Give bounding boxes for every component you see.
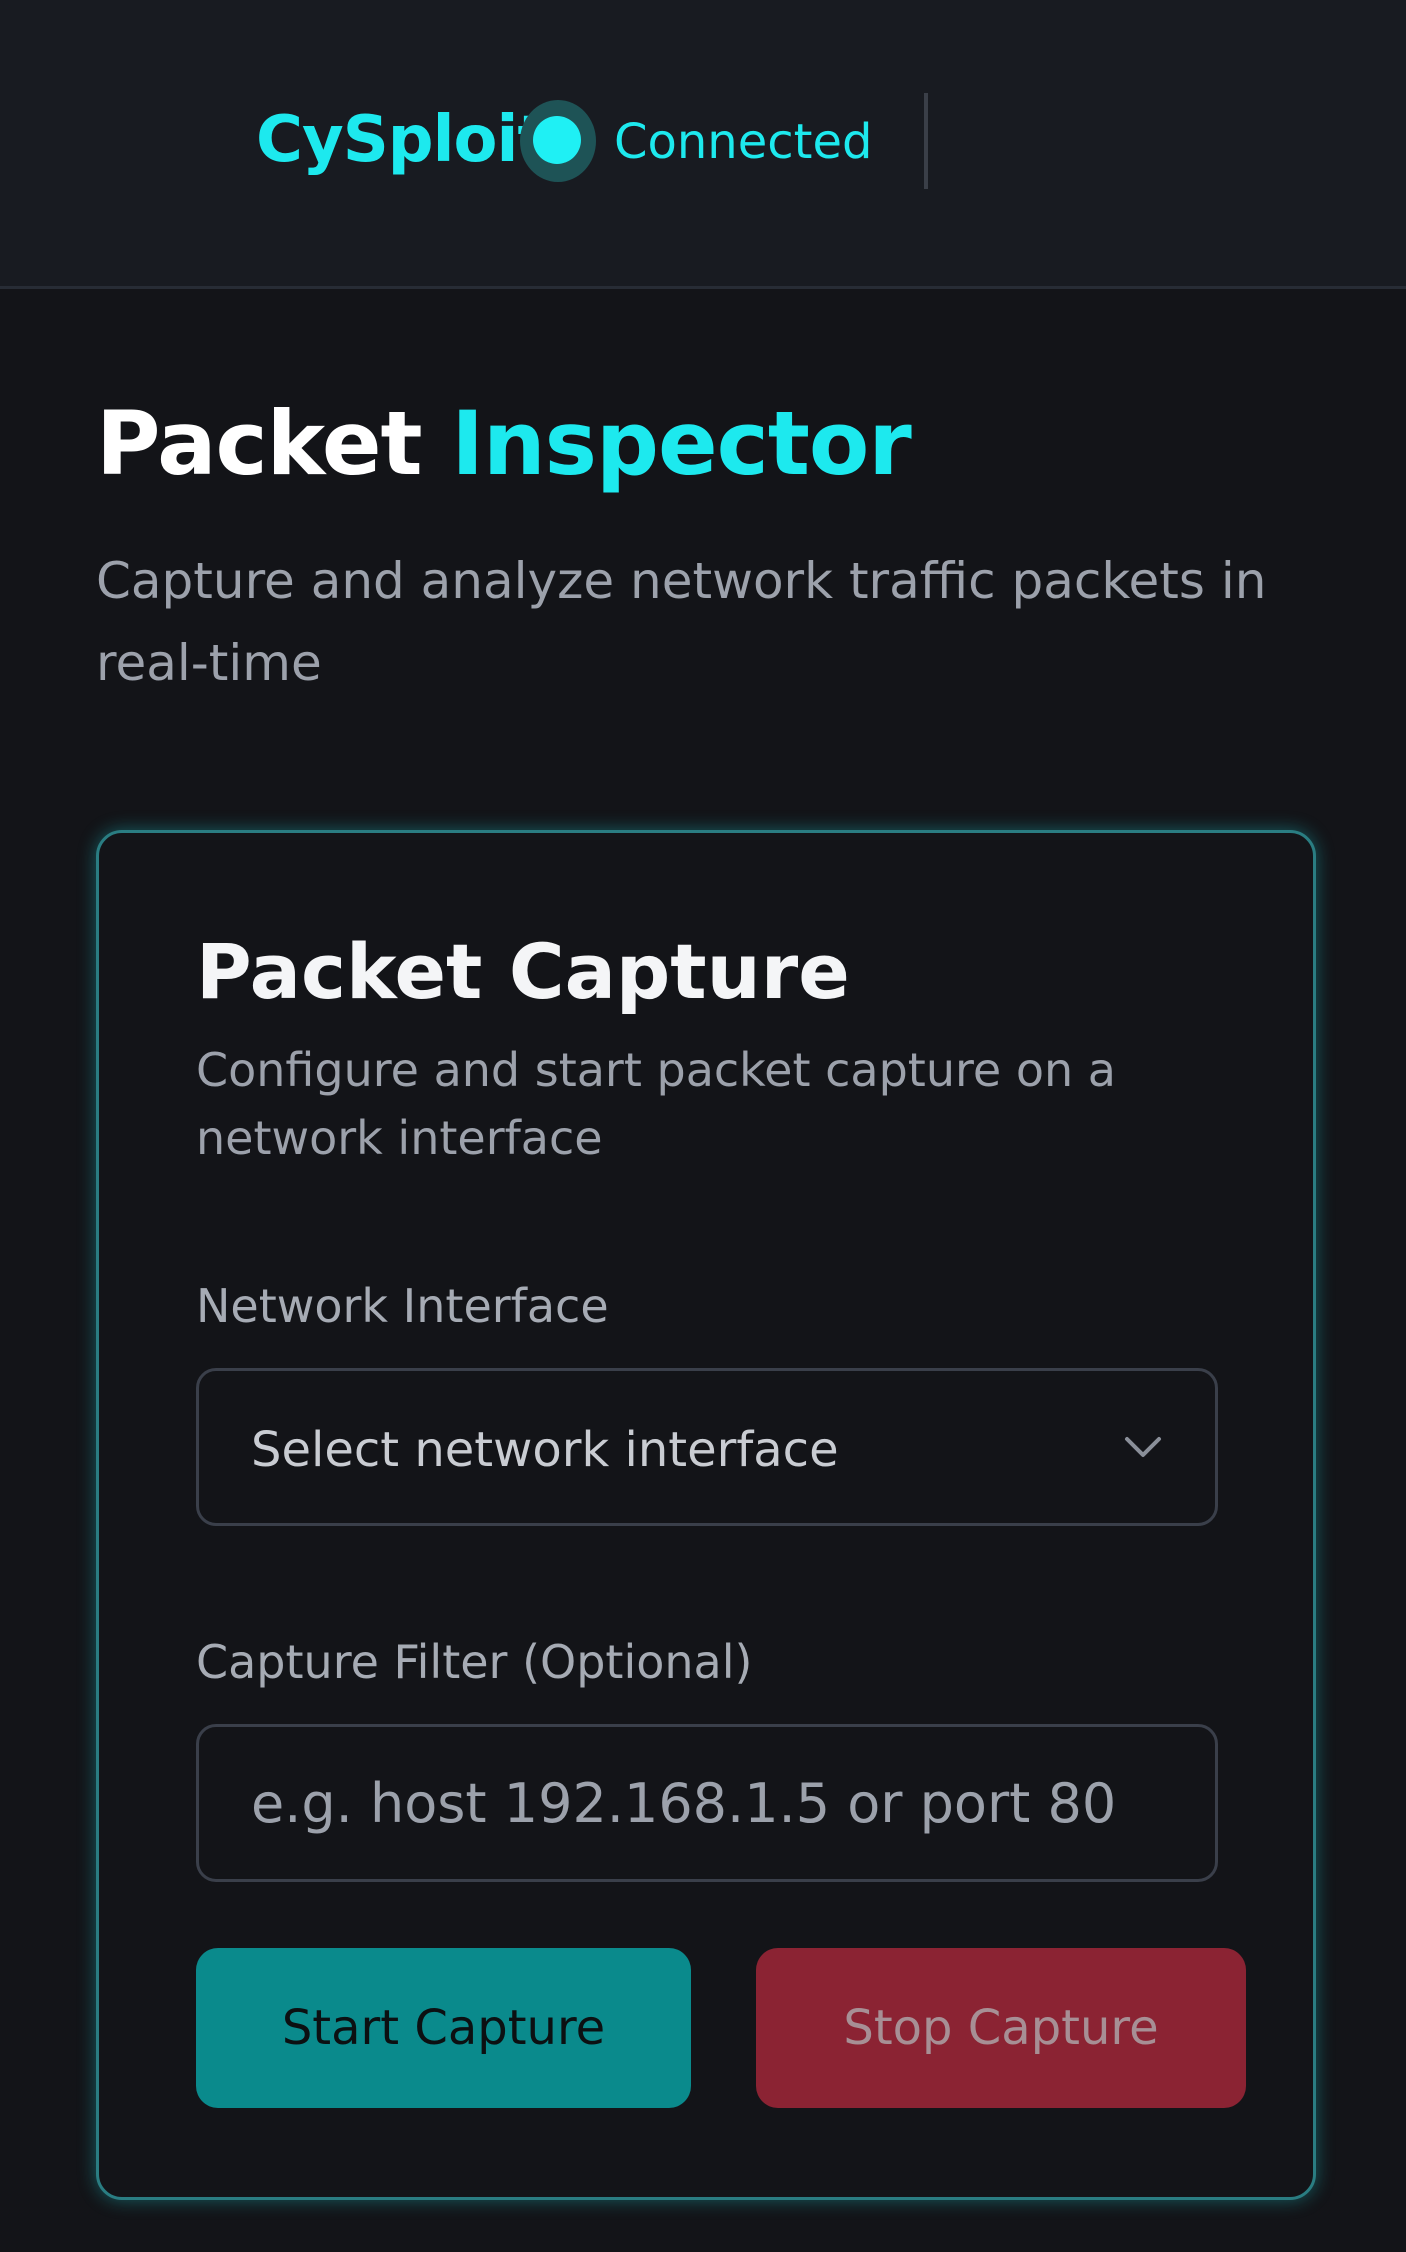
card-description: Configure and start packet capture on a … <box>196 1043 1116 1165</box>
network-interface-label: Network Interface <box>196 1279 609 1333</box>
app-header: CySploit Connected <box>0 0 1406 289</box>
chevron-down-icon <box>1125 1437 1161 1457</box>
network-interface-select-value: Select network interface <box>251 1422 839 1478</box>
connection-status-text: Connected <box>614 114 873 170</box>
page-title: Packet Inspector <box>96 390 912 498</box>
capture-filter-input[interactable] <box>196 1724 1218 1882</box>
stop-capture-button[interactable]: Stop Capture <box>756 1948 1246 2108</box>
page-subtitle: Capture and analyze network traffic pack… <box>96 552 1267 692</box>
capture-filter-label: Capture Filter (Optional) <box>196 1635 753 1689</box>
page-title-main: Packet <box>96 392 423 495</box>
card-title: Packet Capture <box>196 927 850 1016</box>
header-divider <box>924 93 928 189</box>
start-capture-button[interactable]: Start Capture <box>196 1948 691 2108</box>
app-logo[interactable]: CySploit <box>256 100 548 180</box>
page-title-accent: Inspector <box>451 392 912 495</box>
connection-status-dot-icon <box>533 116 581 164</box>
network-interface-select[interactable]: Select network interface <box>196 1368 1218 1526</box>
